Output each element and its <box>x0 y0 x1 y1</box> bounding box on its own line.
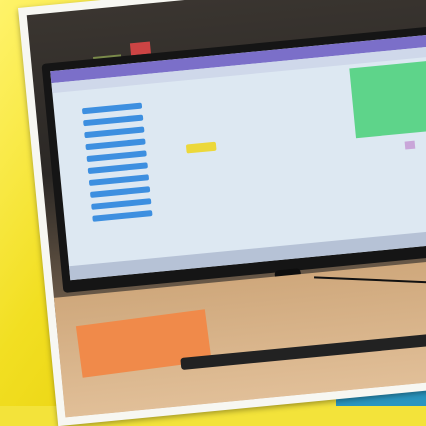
code-block <box>88 174 150 186</box>
code-block <box>89 186 151 198</box>
workspace-block <box>185 141 217 154</box>
code-block <box>81 102 143 115</box>
code-block-palette <box>81 102 153 228</box>
photo-frame <box>18 0 426 426</box>
code-block <box>92 210 153 222</box>
code-block <box>85 138 146 151</box>
monitor-screen <box>50 32 426 281</box>
code-block <box>84 126 145 139</box>
code-block <box>86 150 147 163</box>
monitor <box>41 23 426 293</box>
code-block <box>87 162 148 175</box>
sprite-thumbnail <box>404 140 416 150</box>
photo <box>26 0 426 418</box>
stage-area <box>349 60 426 139</box>
code-block <box>91 198 152 210</box>
code-block <box>83 114 144 127</box>
